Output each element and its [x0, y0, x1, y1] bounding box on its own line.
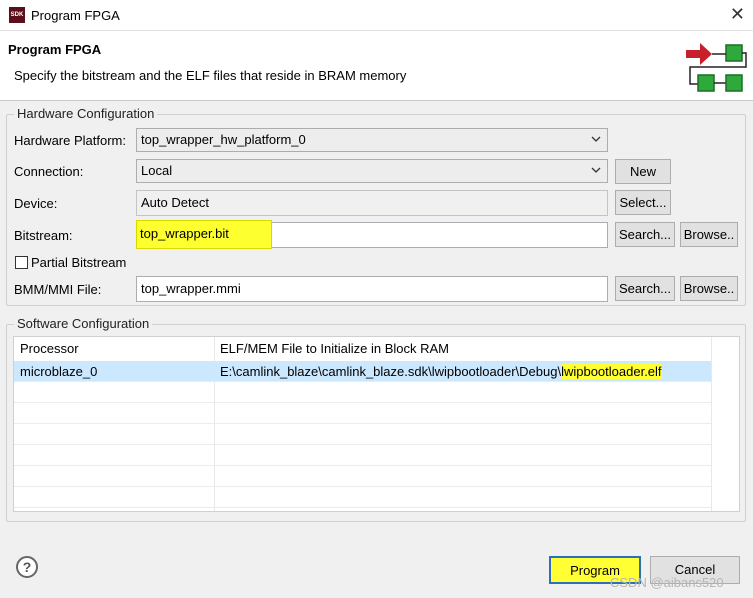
elf-path-prefix: E:\camlink_blaze\camlink_blaze.sdk\lwipb… [220, 364, 562, 379]
processor-cell: microblaze_0 [20, 364, 98, 379]
column-divider [711, 337, 712, 511]
elf-file-name: lwipbootloader.elf [561, 364, 662, 379]
window-title: Program FPGA [31, 8, 120, 23]
hardware-platform-label: Hardware Platform: [14, 133, 126, 148]
help-icon[interactable]: ? [16, 556, 38, 578]
elf-file-cell[interactable]: E:\camlink_blaze\camlink_blaze.sdk\lwipb… [214, 361, 662, 382]
device-field: Auto Detect [136, 190, 608, 216]
close-icon[interactable]: ✕ [730, 4, 745, 25]
partial-bitstream-label: Partial Bitstream [31, 255, 127, 270]
dialog-header: Program FPGA Specify the bitstream and t… [0, 31, 753, 101]
chevron-down-icon [591, 136, 601, 142]
chevron-down-icon [591, 167, 601, 173]
title-bar: SDK Program FPGA ✕ [0, 0, 753, 31]
hardware-platform-select[interactable]: top_wrapper_hw_platform_0 [136, 128, 608, 152]
bmm-search-button[interactable]: Search... [615, 276, 675, 301]
column-header-processor[interactable]: Processor [14, 337, 79, 361]
bmm-mmi-value: top_wrapper.mmi [141, 281, 241, 296]
header-title: Program FPGA [8, 42, 102, 57]
table-row [14, 424, 711, 445]
hardware-configuration-legend: Hardware Configuration [14, 106, 158, 121]
bitstream-value: top_wrapper.bit [140, 226, 229, 241]
program-fpga-banner-icon [686, 43, 747, 92]
table-row [14, 403, 711, 424]
bitstream-search-button[interactable]: Search... [615, 222, 675, 247]
header-description: Specify the bitstream and the ELF files … [14, 68, 407, 83]
sdk-app-icon: SDK [9, 7, 25, 23]
partial-bitstream-checkbox[interactable] [15, 256, 28, 269]
device-label: Device: [14, 196, 58, 211]
new-connection-button[interactable]: New [615, 159, 671, 184]
table-row [14, 382, 711, 403]
software-configuration-legend: Software Configuration [14, 316, 153, 331]
connection-select[interactable]: Local [136, 159, 608, 183]
bmm-browse-button[interactable]: Browse.. [680, 276, 738, 301]
connection-value: Local [141, 163, 173, 178]
table-row [14, 487, 711, 508]
column-header-elf-file[interactable]: ELF/MEM File to Initialize in Block RAM [214, 337, 449, 361]
table-row [14, 466, 711, 487]
table-row [14, 445, 711, 466]
connection-label: Connection: [14, 164, 84, 179]
bitstream-label: Bitstream: [14, 228, 73, 243]
bitstream-browse-button[interactable]: Browse.. [680, 222, 738, 247]
select-device-button[interactable]: Select... [615, 190, 671, 215]
table-row[interactable]: microblaze_0 E:\camlink_blaze\camlink_bl… [14, 361, 711, 382]
bmm-mmi-label: BMM/MMI File: [14, 282, 102, 297]
processor-elf-table[interactable]: Processor ELF/MEM File to Initialize in … [13, 336, 740, 512]
hardware-platform-value: top_wrapper_hw_platform_0 [141, 132, 306, 147]
watermark: CSDN @aibans520 [610, 575, 724, 590]
bmm-mmi-input[interactable]: top_wrapper.mmi [136, 276, 608, 302]
